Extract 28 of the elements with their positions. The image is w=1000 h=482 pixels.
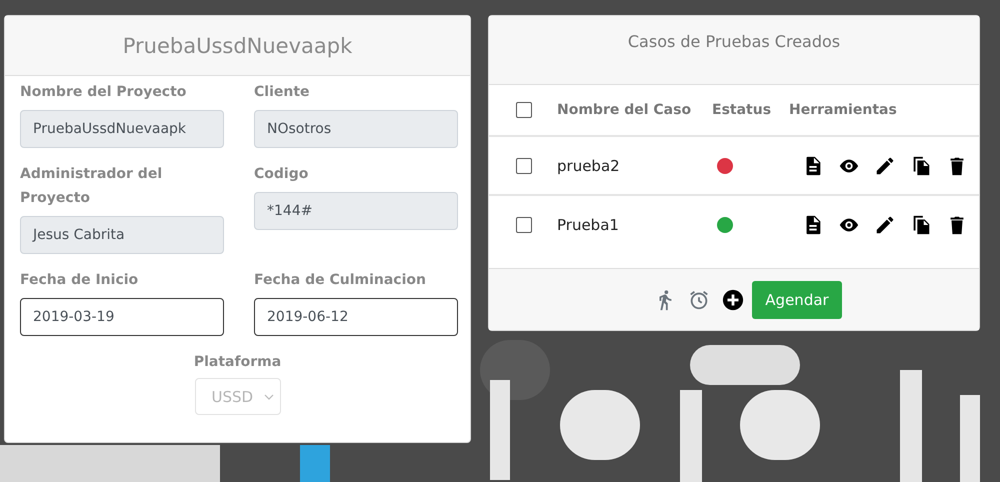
- field-label: Plataforma: [194, 353, 282, 372]
- field-label: Nombre del Proyecto: [20, 83, 188, 102]
- field-label: Cliente: [254, 83, 311, 102]
- pencil-icon[interactable]: [874, 214, 896, 236]
- input-field[interactable]: 2019-03-19: [20, 298, 224, 336]
- input-field[interactable]: PruebaUssdNuevaapk: [20, 110, 224, 148]
- field-label: Codigo: [254, 165, 310, 184]
- column-header: Nombre del Caso: [557, 102, 692, 118]
- input-field[interactable]: 2019-06-12: [254, 298, 458, 336]
- cases-title: Casos de Pruebas Creados: [628, 32, 840, 53]
- column-header: Estatus: [712, 102, 772, 118]
- case-name: Prueba1: [557, 216, 619, 234]
- project-title: PruebaUssdNuevaapk: [122, 34, 352, 58]
- input-field[interactable]: *144#: [254, 192, 458, 230]
- field-label: Fecha de Culminacion: [254, 271, 427, 290]
- input-field[interactable]: NOsotros: [254, 110, 458, 148]
- checkbox[interactable]: [516, 102, 532, 118]
- checkbox[interactable]: [516, 216, 532, 232]
- column-header: Herramientas: [789, 102, 897, 118]
- field-label: Administrador del Proyecto: [20, 165, 164, 208]
- case-name: prueba2: [557, 157, 620, 175]
- field-label: Fecha de Inicio: [20, 271, 140, 290]
- checkbox[interactable]: [516, 158, 532, 174]
- pencil-icon[interactable]: [874, 154, 896, 176]
- input-field[interactable]: Jesus Cabrita: [20, 216, 224, 254]
- alarm-clock-icon[interactable]: [688, 288, 710, 310]
- caret-icon: [264, 394, 274, 400]
- add-icon[interactable]: [722, 288, 744, 310]
